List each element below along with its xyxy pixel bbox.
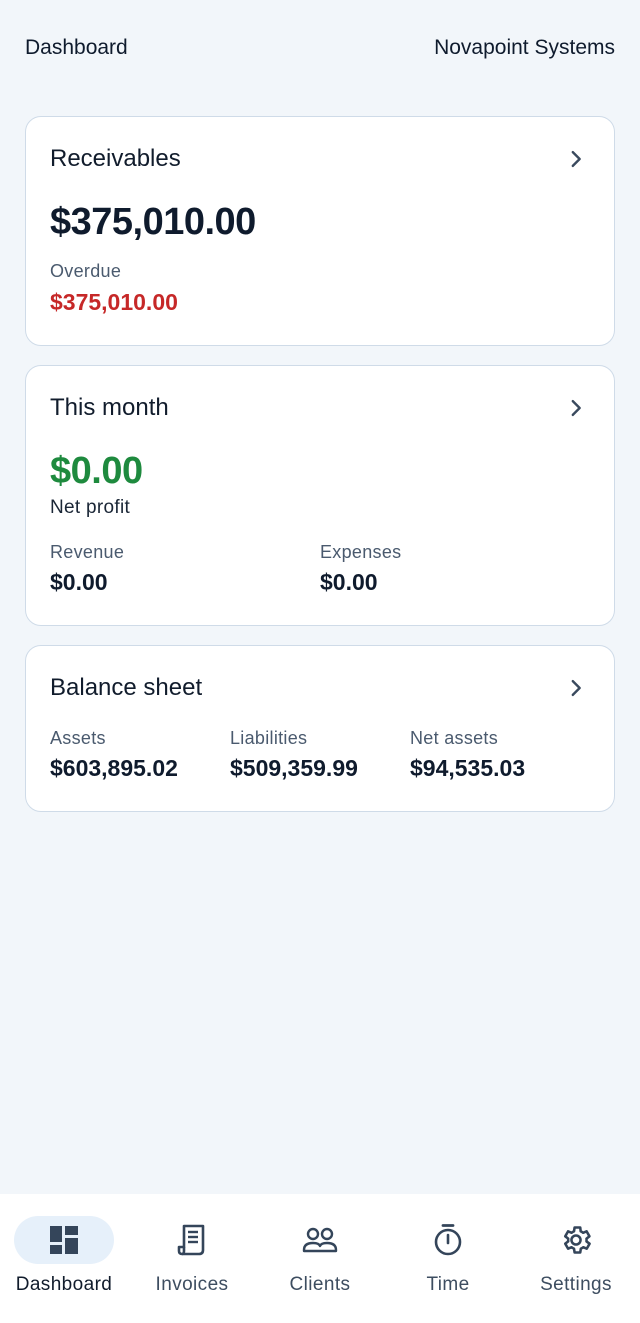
chevron-right-icon[interactable] <box>562 145 590 173</box>
balance-sheet-title: Balance sheet <box>50 674 203 701</box>
top-bar: Dashboard Novapoint Systems <box>0 0 640 96</box>
page-title: Dashboard <box>25 36 128 59</box>
clients-icon <box>300 1222 340 1258</box>
overdue-amount: $375,010.00 <box>50 289 178 315</box>
nav-label-invoices: Invoices <box>155 1274 229 1295</box>
company-name[interactable]: Novapoint Systems <box>434 36 615 60</box>
net-assets-amount: $94,535.03 <box>410 755 526 781</box>
balance-sheet-card-header: Balance sheet <box>50 674 590 702</box>
balance-sheet-card[interactable]: Balance sheet Assets $603,895.02 Liabili… <box>25 645 615 812</box>
this-month-card-header: This month <box>50 394 590 422</box>
gear-icon <box>556 1222 596 1258</box>
this-month-card[interactable]: This month $0.00 Net profit Revenue $0.0… <box>25 365 615 626</box>
receivables-title: Receivables <box>50 145 181 172</box>
liabilities-amount: $509,359.99 <box>230 755 358 781</box>
nav-label-settings: Settings <box>540 1274 612 1295</box>
chevron-right-icon[interactable] <box>562 394 590 422</box>
dashboard-icon <box>44 1222 84 1258</box>
revenue-amount: $0.00 <box>50 569 108 595</box>
net-profit-label: Net profit <box>50 497 131 518</box>
revenue-label: Revenue <box>50 542 125 562</box>
app: Dashboard Novapoint Systems Receivables … <box>0 0 640 1323</box>
assets-amount: $603,895.02 <box>50 755 178 781</box>
overdue-label: Overdue <box>50 261 122 281</box>
net-assets-label: Net assets <box>410 728 499 748</box>
receivables-card-header: Receivables <box>50 145 590 173</box>
nav-item-settings[interactable]: Settings <box>512 1194 640 1323</box>
nav-label-clients: Clients <box>289 1274 351 1295</box>
expenses-label: Expenses <box>320 542 402 562</box>
nav-label-time: Time <box>426 1274 470 1295</box>
nav-label-dashboard: Dashboard <box>15 1274 113 1295</box>
nav-item-dashboard[interactable]: Dashboard <box>0 1194 128 1323</box>
receivables-card[interactable]: Receivables $375,010.00 Overdue $375,010… <box>25 116 615 346</box>
nav-item-clients[interactable]: Clients <box>256 1194 384 1323</box>
timer-icon <box>428 1222 468 1258</box>
chevron-right-icon[interactable] <box>562 674 590 702</box>
this-month-title: This month <box>50 394 169 421</box>
net-profit-amount: $0.00 <box>50 450 143 492</box>
expenses-amount: $0.00 <box>320 569 378 595</box>
liabilities-label: Liabilities <box>230 728 308 748</box>
invoice-icon <box>172 1222 212 1258</box>
receivables-amount: $375,010.00 <box>50 201 256 243</box>
nav-item-time[interactable]: Time <box>384 1194 512 1323</box>
assets-label: Assets <box>50 728 106 748</box>
bottom-navigation: Dashboard Invoices Clients Time Settings <box>0 1194 640 1323</box>
nav-item-invoices[interactable]: Invoices <box>128 1194 256 1323</box>
